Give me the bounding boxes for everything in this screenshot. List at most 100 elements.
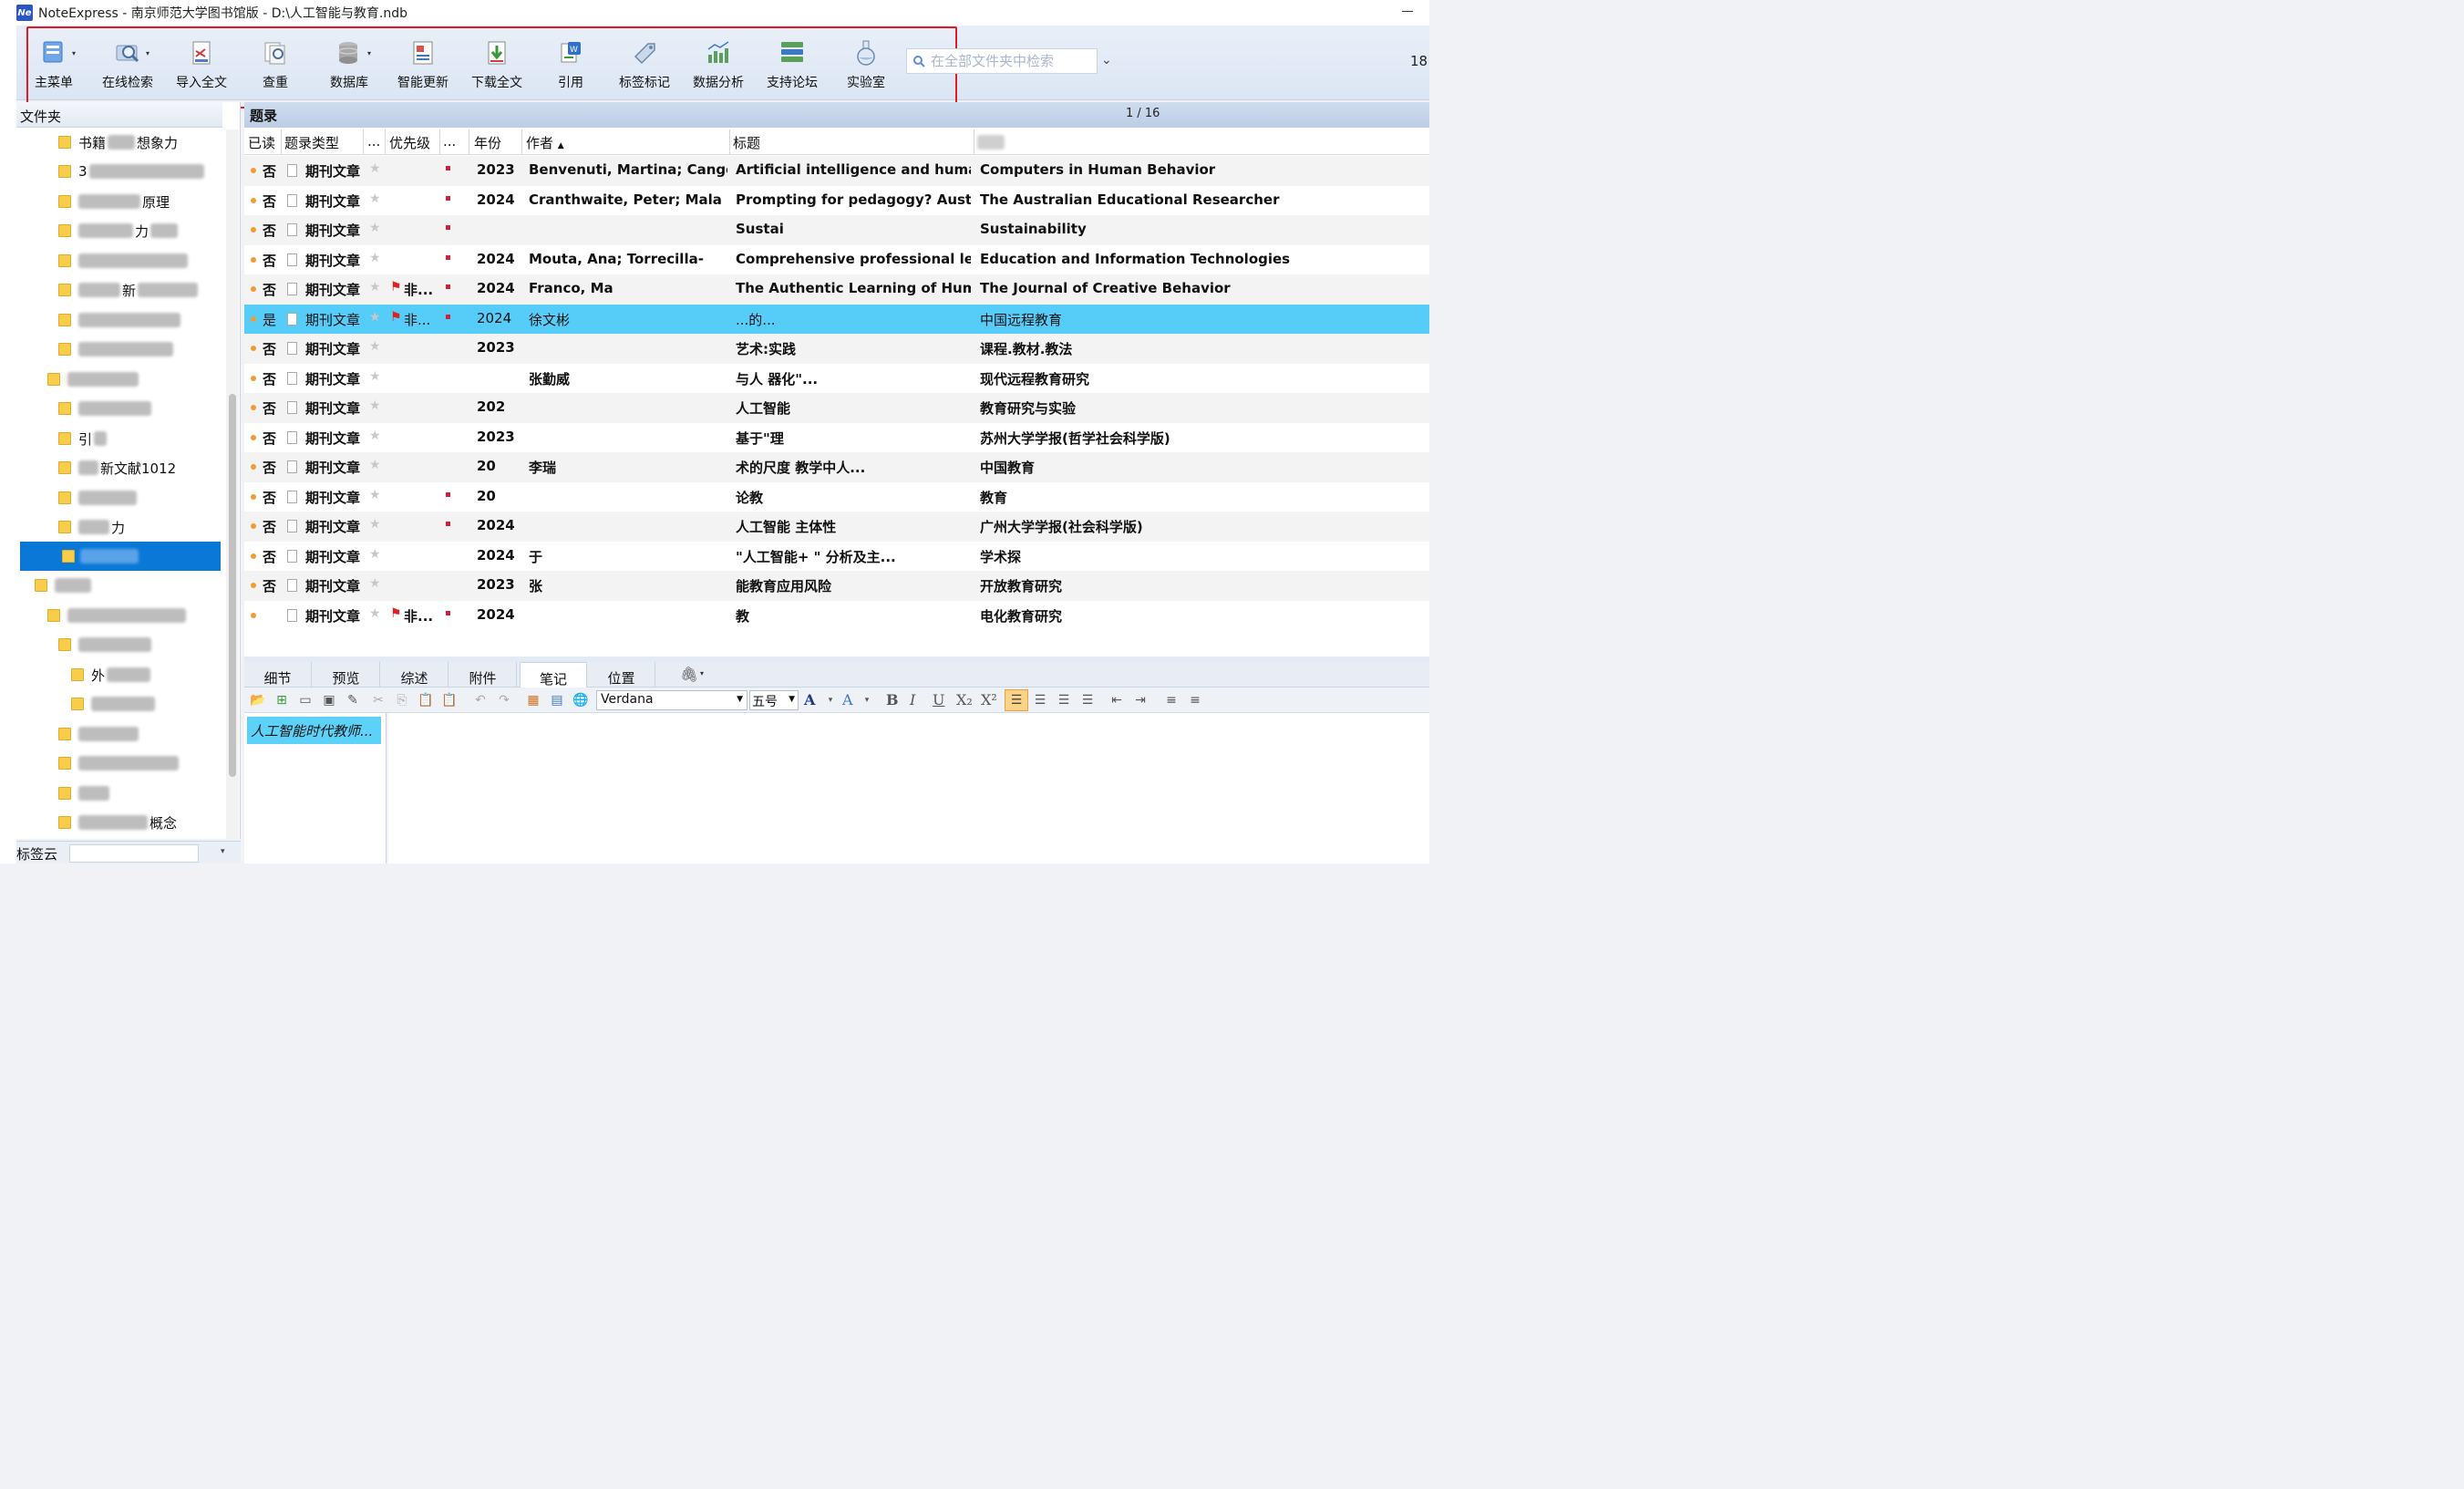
col-more-1[interactable]: ... bbox=[367, 133, 380, 150]
star-icon[interactable]: ★ bbox=[369, 606, 381, 621]
col-type[interactable]: 题录类型 bbox=[284, 133, 339, 152]
tab-attachments[interactable]: 附件 bbox=[449, 662, 517, 688]
star-icon[interactable]: ★ bbox=[369, 369, 381, 384]
search-dropdown-chevron-icon[interactable]: ⌄ bbox=[1101, 53, 1112, 67]
star-icon[interactable]: ★ bbox=[369, 191, 381, 206]
folder-scrollbar[interactable] bbox=[226, 129, 239, 839]
folder-item[interactable]: 力 bbox=[58, 514, 125, 540]
table-row[interactable]: ★ 否 期刊文章 20 论教 教育 bbox=[244, 482, 1429, 512]
table-row[interactable]: ★ ⚑ 否 期刊文章 非... 2024 Franco, Ma The Authentic L… bbox=[244, 274, 1429, 305]
folder-scrollbar-thumb[interactable] bbox=[229, 394, 236, 777]
star-icon[interactable]: ★ bbox=[369, 398, 381, 413]
underline-button[interactable]: U bbox=[933, 691, 944, 708]
tab-preview[interactable]: 预览 bbox=[313, 662, 380, 688]
folder-item[interactable] bbox=[58, 721, 139, 747]
table-row[interactable]: ★ 否 期刊文章 2023 基于"理 苏州大学学报(哲学社会科学版) bbox=[244, 423, 1429, 453]
col-journal[interactable]: 期刊 bbox=[977, 135, 1005, 150]
col-title[interactable]: 标题 bbox=[733, 133, 760, 152]
star-icon[interactable]: ★ bbox=[369, 488, 381, 502]
note-editor[interactable] bbox=[388, 713, 1429, 863]
col-year[interactable]: 年份 bbox=[474, 133, 501, 152]
folder-item[interactable] bbox=[58, 396, 151, 421]
folder-item[interactable]: 新文献1012 bbox=[58, 455, 176, 481]
col-priority[interactable]: 优先级 bbox=[389, 133, 430, 152]
table-row[interactable]: ★ 否 期刊文章 202 人工智能 教育研究与实验 bbox=[244, 393, 1429, 423]
table-row[interactable]: ★ 否 期刊文章 2024 人工智能 主体性 广州大学学报(社会科学版) bbox=[244, 512, 1429, 542]
folder-item[interactable] bbox=[58, 750, 179, 776]
insert-image-icon[interactable]: ▦ bbox=[525, 692, 541, 708]
col-more-2[interactable]: ... bbox=[443, 133, 456, 150]
table-row[interactable]: ★ 否 期刊文章 张勤威 与人 器化"... 现代远程教育研究 bbox=[244, 364, 1429, 394]
folder-item[interactable] bbox=[58, 781, 109, 806]
font-size-select[interactable]: 五号 ▼ bbox=[749, 690, 799, 710]
highlight-dropdown-icon[interactable]: ▾ bbox=[859, 692, 875, 708]
bold-button[interactable]: B bbox=[886, 691, 899, 708]
table-row[interactable]: ★ 否 期刊文章 2024 Cranthwaite, Peter; Mala Prompt… bbox=[244, 186, 1429, 216]
cut-icon[interactable]: ✂ bbox=[370, 692, 387, 708]
align-left-button[interactable]: ☰ bbox=[1005, 689, 1028, 711]
star-icon[interactable]: ★ bbox=[369, 547, 381, 562]
folder-item[interactable] bbox=[71, 691, 155, 717]
frame-icon[interactable]: ▭ bbox=[297, 692, 314, 708]
folder-item[interactable]: 外 bbox=[71, 662, 151, 688]
folder-item[interactable] bbox=[58, 485, 137, 511]
italic-button[interactable]: I bbox=[910, 691, 915, 708]
paste-special-icon[interactable]: 📋 bbox=[441, 692, 458, 708]
font-color-icon[interactable]: A bbox=[804, 691, 815, 708]
attachment-dropdown-icon[interactable]: ▾ bbox=[700, 669, 704, 677]
insert-link-icon[interactable]: 🌐 bbox=[572, 692, 589, 708]
highlight-color-icon[interactable]: A bbox=[842, 691, 853, 708]
folder-item[interactable] bbox=[35, 573, 91, 598]
folder-item[interactable]: 新 bbox=[58, 277, 199, 303]
indent-icon[interactable]: ⇥ bbox=[1132, 692, 1149, 708]
outdent-icon[interactable]: ⇤ bbox=[1108, 692, 1125, 708]
star-icon[interactable]: ★ bbox=[369, 517, 381, 532]
col-author[interactable]: 作者 ▲ bbox=[526, 133, 564, 152]
paperclip-icon[interactable]: 🖇 bbox=[680, 666, 698, 683]
search-input[interactable] bbox=[931, 53, 1095, 69]
folder-item[interactable] bbox=[58, 336, 173, 362]
folder-item[interactable] bbox=[47, 603, 186, 628]
table-row[interactable]: ★ 否 期刊文章 20 李瑞 术的尺度 教学中人... 中国教育 bbox=[244, 452, 1429, 482]
tab-location[interactable]: 位置 bbox=[588, 662, 655, 688]
star-icon[interactable]: ★ bbox=[369, 458, 381, 472]
undo-icon[interactable]: ↶ bbox=[472, 692, 489, 708]
tab-summary[interactable]: 综述 bbox=[381, 662, 448, 688]
bullet-list-icon[interactable]: ≡ bbox=[1187, 692, 1203, 708]
table-row[interactable]: ★ 否 期刊文章 2023 张 能教育应用风险 开放教育研究 bbox=[244, 571, 1429, 601]
star-icon[interactable]: ★ bbox=[369, 310, 381, 325]
folder-item[interactable] bbox=[58, 307, 180, 333]
table-row[interactable]: ★ 否 期刊文章 2023 艺术:实践 课程.教材.教法 bbox=[244, 334, 1429, 364]
redo-icon[interactable]: ↷ bbox=[496, 692, 512, 708]
numbered-list-icon[interactable]: ≡ bbox=[1163, 692, 1180, 708]
folder-item[interactable] bbox=[58, 248, 188, 274]
tag-dropdown-chevron-icon[interactable]: ▾ bbox=[221, 847, 225, 856]
search-box[interactable] bbox=[906, 48, 1098, 74]
justify-icon[interactable]: ☰ bbox=[1079, 692, 1096, 708]
subscript-button[interactable]: X₂ bbox=[956, 691, 973, 708]
star-icon[interactable]: ★ bbox=[369, 161, 381, 176]
star-icon[interactable]: ★ bbox=[369, 221, 381, 235]
table-row[interactable]: ★ ⚑ 是 期刊文章 非... 2024 徐文彬 ...的... 中国远程教育 bbox=[244, 304, 1429, 334]
table-row[interactable]: ★ 否 期刊文章 Sustai Sustainability bbox=[244, 215, 1429, 245]
table-row[interactable]: ★ 否 期刊文章 2023 Benvenuti, Martina; Cangel Arti… bbox=[244, 156, 1429, 186]
star-icon[interactable]: ★ bbox=[369, 339, 381, 354]
save-icon[interactable]: ▣ bbox=[321, 692, 337, 708]
align-center-icon[interactable]: ☰ bbox=[1032, 692, 1048, 708]
minimize-button[interactable] bbox=[1402, 11, 1413, 12]
folder-item-selected[interactable] bbox=[20, 542, 221, 571]
star-icon[interactable]: ★ bbox=[369, 280, 381, 295]
font-color-dropdown-icon[interactable]: ▾ bbox=[822, 692, 839, 708]
insert-table-icon[interactable]: ▤ bbox=[549, 692, 565, 708]
font-family-select[interactable]: Verdana ▼ bbox=[596, 690, 747, 710]
table-row[interactable]: ★ 否 期刊文章 2024 于 "人工智能+ " 分析及主... 学术探 bbox=[244, 542, 1429, 572]
align-right-icon[interactable]: ☰ bbox=[1056, 692, 1072, 708]
tag-cloud-input[interactable] bbox=[69, 844, 199, 863]
tab-notes[interactable]: 笔记 bbox=[520, 662, 587, 688]
folder-item[interactable] bbox=[47, 367, 139, 392]
table-row[interactable]: ★ ⚑ 期刊文章 非... 2024 教 电化教育研究 bbox=[244, 601, 1429, 631]
paste-icon[interactable]: 📋 bbox=[418, 692, 434, 708]
folder-item[interactable]: 原理 bbox=[58, 189, 170, 214]
note-list-item[interactable]: 人工智能时代教师... bbox=[247, 717, 381, 744]
folder-item[interactable]: 3 bbox=[58, 159, 204, 184]
